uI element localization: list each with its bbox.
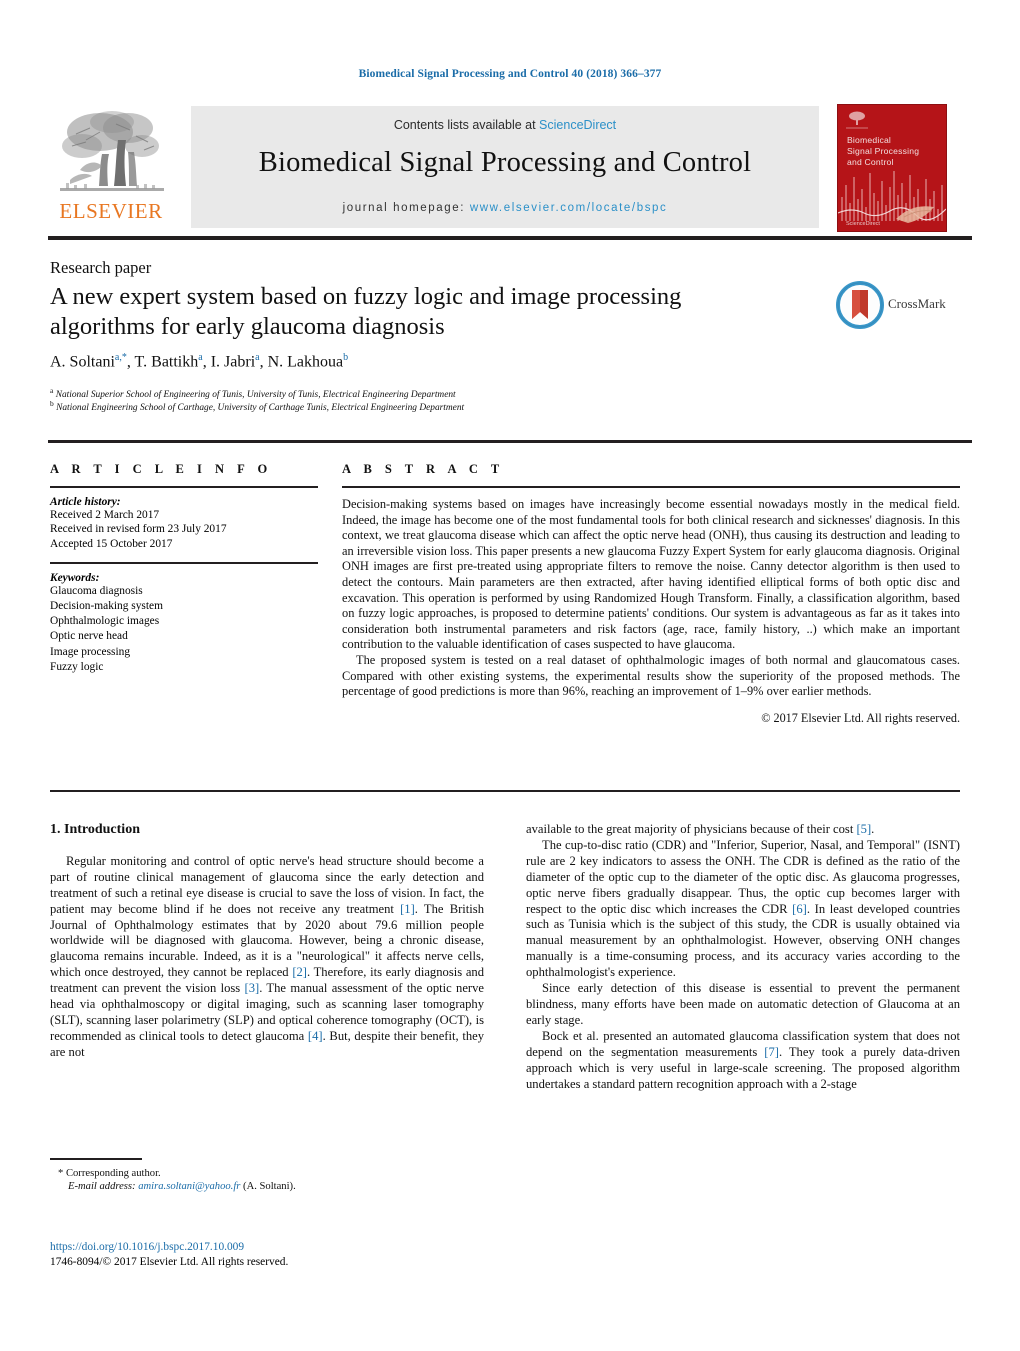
homepage-prefix: journal homepage: [342,202,470,214]
abstract-rule-top [342,486,960,488]
citation-2[interactable]: [2] [292,965,307,979]
masthead-bottom-rule [48,236,972,240]
article-type-label: Research paper [50,258,152,277]
doi-block: https://doi.org/10.1016/j.bspc.2017.10.0… [50,1240,500,1269]
info-rule-mid [50,562,318,564]
homepage-url-link[interactable]: www.elsevier.com/locate/bspc [470,202,668,214]
keyword-item: Decision-making system [50,600,163,613]
footnote-rule [50,1158,142,1160]
intro-paragraph-4: Bock et al. presented an automated glauc… [526,1029,960,1093]
citation-4[interactable]: [4] [308,1029,323,1043]
doi-link[interactable]: https://doi.org/10.1016/j.bspc.2017.10.0… [50,1240,500,1255]
corresponding-author-note: * Corresponding author. [58,1167,161,1179]
abstract-body: Decision-making systems based on images … [342,497,960,726]
intro-paragraph-cont: available to the great majority of physi… [526,822,960,838]
keyword-item: Ophthalmologic images [50,615,160,628]
history-received: Received 2 March 2017 [50,509,160,521]
keyword-item: Glaucoma diagnosis [50,584,143,597]
info-rule-top [50,486,318,488]
abstract-copyright: © 2017 Elsevier Ltd. All rights reserved… [761,710,960,725]
cover-title-line2: Signal Processing [847,146,920,156]
journal-cover-thumbnail: Biomedical Signal Processing and Control… [837,104,947,232]
keyword-item: Image processing [50,645,131,658]
contents-prefix: Contents lists available at [393,118,540,132]
crossmark-badge[interactable]: CrossMark [836,281,972,333]
page-title: A new expert system based on fuzzy logic… [50,283,682,340]
abstract-paragraph-2: The proposed system is tested on a real … [342,652,960,699]
paper-page: Biomedical Signal Processing and Control… [0,0,1020,1351]
intro-text-0b: . [871,822,875,836]
email-owner: (A. Soltani). [243,1181,296,1193]
keyword-item: Fuzzy logic [50,660,104,673]
abstract-heading: A B S T R A C T [342,462,505,476]
cover-title-line1: Biomedical [847,135,892,145]
elsevier-wordmark: ELSEVIER [59,199,163,223]
cover-footer-text: ScienceDirect [846,221,880,227]
citation-7[interactable]: [7] [764,1045,779,1059]
article-info-heading: A R T I C L E I N F O [50,462,273,476]
author-list: A. Soltania,*, T. Battikha, I. Jabria, N… [50,352,349,371]
history-revised: Received in revised form 23 July 2017 [50,523,227,536]
history-accepted: Accepted 15 October 2017 [50,537,173,550]
intro-paragraph-2: The cup-to-disc ratio (CDR) and "Inferio… [526,838,960,981]
cover-elsevier-icon [846,110,868,130]
citation-1[interactable]: [1] [400,902,415,916]
citation-3[interactable]: [3] [245,981,260,995]
journal-masthead: ELSEVIER Contents lists available at Sci… [48,104,972,232]
abstract-bottom-rule [50,790,960,792]
citation-6[interactable]: [6] [792,902,807,916]
contents-available-line: Contents lists available at ScienceDirec… [191,118,819,132]
cover-waveform-graphic [838,163,946,225]
running-head: Biomedical Signal Processing and Control… [358,68,662,80]
elsevier-logo: ELSEVIER [50,106,172,228]
keywords-label: Keywords: [50,571,100,584]
elsevier-tree-icon [56,106,168,202]
crossmark-icon [836,281,884,329]
email-link[interactable]: amira.soltani@yahoo.fr [138,1181,240,1192]
issn-copyright-line: 1746-8094/© 2017 Elsevier Ltd. All right… [50,1255,289,1268]
introduction-right-column: available to the great majority of physi… [526,822,960,1092]
introduction-heading: 1. Introduction [50,822,140,837]
journal-homepage-line: journal homepage: www.elsevier.com/locat… [191,202,819,214]
abstract-column: A B S T R A C T Decision-making systems … [342,462,960,726]
crossmark-label: CrossMark [888,296,946,311]
email-note: E-mail address: amira.soltani@yahoo.fr (… [50,1180,484,1194]
affiliation-b: b National Engineering School of Carthag… [50,399,465,414]
intro-text-0a: available to the great majority of physi… [526,822,857,836]
intro-paragraph-3: Since early detection of this disease is… [526,981,960,1027]
title-block-bottom-rule [48,440,972,443]
sciencedirect-link[interactable]: ScienceDirect [539,118,616,132]
contents-panel: Contents lists available at ScienceDirec… [191,106,819,228]
affiliation-b-text: National Engineering School of Carthage,… [56,403,465,414]
article-history-label: Article history: [50,496,121,508]
email-label: E-mail address: [68,1181,136,1193]
introduction-left-column: 1. Introduction Regular monitoring and c… [50,822,484,1061]
journal-title: Biomedical Signal Processing and Control [258,147,752,178]
article-info-column: A R T I C L E I N F O Article history: R… [50,462,318,675]
citation-5[interactable]: [5] [856,822,871,836]
keyword-item: Optic nerve head [50,630,128,643]
abstract-paragraph-1: Decision-making systems based on images … [342,497,960,652]
intro-paragraph-1: Regular monitoring and control of optic … [50,854,484,1061]
footnote-block: * Corresponding author. E-mail address: … [50,1158,484,1194]
